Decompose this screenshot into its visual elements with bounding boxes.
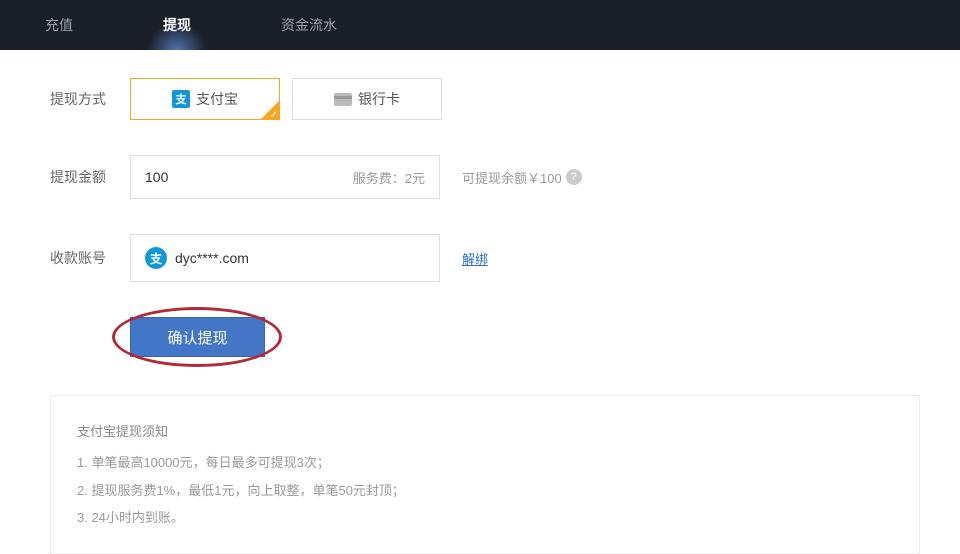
help-icon[interactable]: ?: [566, 169, 582, 185]
account-text: dyc****.com: [175, 250, 249, 266]
notice-box: 支付宝提现须知 1. 单笔最高10000元，每日最多可提现3次； 2. 提现服务…: [50, 395, 920, 554]
method-bank-label: 银行卡: [358, 89, 400, 109]
notice-item-3: 3. 24小时内到账。: [77, 504, 893, 531]
balance-info: 可提现余额￥100 ?: [462, 168, 582, 187]
notice-title: 支付宝提现须知: [77, 418, 893, 445]
unbind-link[interactable]: 解绑: [462, 249, 488, 268]
alipay-icon: 支: [172, 90, 190, 108]
account-row: 收款账号 支 dyc****.com 解绑: [50, 234, 920, 282]
amount-box: 服务费：2元: [130, 155, 440, 199]
content-area: 提现方式 支 支付宝 银行卡 提现金额 服务费：2元 可提现余额￥100 ?: [0, 50, 960, 554]
notice-item-2: 2. 提现服务费1%，最低1元，向上取整，单笔50元封顶；: [77, 477, 893, 504]
method-row: 提现方式 支 支付宝 银行卡: [50, 78, 920, 120]
method-alipay[interactable]: 支 支付宝: [130, 78, 280, 120]
alipay-circle-icon: 支: [145, 247, 167, 269]
method-bank[interactable]: 银行卡: [292, 78, 442, 120]
method-alipay-label: 支付宝: [196, 89, 238, 109]
amount-label: 提现金额: [50, 167, 130, 187]
amount-row: 提现金额 服务费：2元 可提现余额￥100 ?: [50, 155, 920, 199]
account-label: 收款账号: [50, 248, 130, 268]
card-icon: [334, 93, 352, 106]
account-box: 支 dyc****.com: [130, 234, 440, 282]
main-tabs: 充值 提现 资金流水: [0, 0, 960, 50]
balance-text: 可提现余额￥100: [462, 168, 562, 187]
tab-recharge[interactable]: 充值: [0, 0, 118, 50]
amount-input[interactable]: [145, 169, 353, 185]
method-options: 支 支付宝 银行卡: [130, 78, 442, 120]
submit-row: 确认提现: [130, 317, 265, 357]
notice-item-1: 1. 单笔最高10000元，每日最多可提现3次；: [77, 449, 893, 476]
withdraw-page: 充值 提现 资金流水 提现方式 支 支付宝 银行卡 提现金额 服务费：2元: [0, 0, 960, 554]
tab-transactions[interactable]: 资金流水: [236, 0, 382, 50]
fee-text: 服务费：2元: [353, 168, 425, 187]
confirm-withdraw-button[interactable]: 确认提现: [130, 317, 265, 357]
method-label: 提现方式: [50, 89, 130, 109]
tab-withdraw[interactable]: 提现: [118, 0, 236, 50]
